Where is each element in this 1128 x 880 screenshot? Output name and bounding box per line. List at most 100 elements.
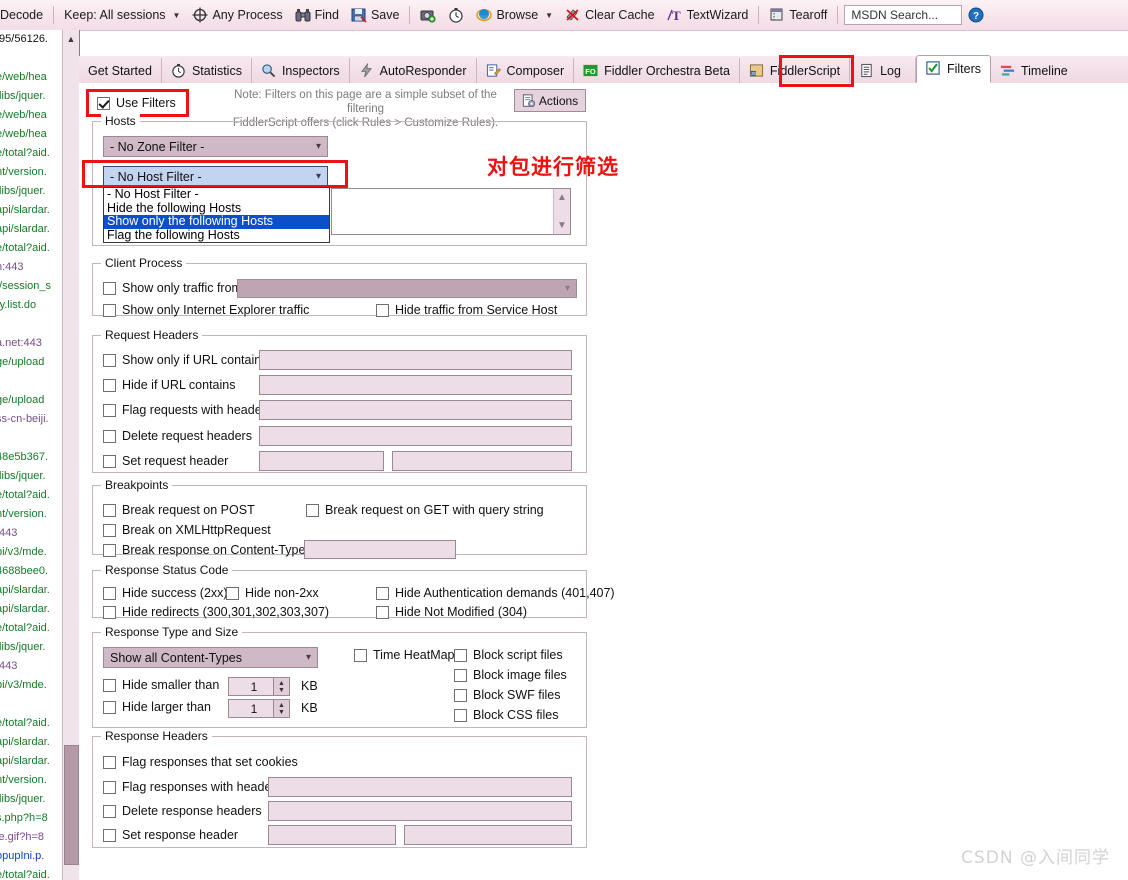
toolbar-any-process-button[interactable]: Any Process — [186, 2, 288, 28]
use-filters-checkbox[interactable] — [97, 96, 110, 110]
use-filters-row[interactable]: Use Filters — [86, 89, 189, 117]
toolbar-timer-button[interactable] — [442, 2, 470, 28]
toolbar-browse-button[interactable]: Browse ▼ — [470, 2, 559, 28]
request-header-input[interactable] — [259, 375, 572, 395]
hide-not-modified-checkbox[interactable] — [376, 605, 389, 619]
session-row[interactable]: le.gif?h=8 — [0, 828, 62, 847]
response-header-name-input[interactable] — [268, 825, 396, 845]
session-row[interactable]: nt/version. — [0, 163, 62, 182]
session-row[interactable]: api/slardar. — [0, 581, 62, 600]
sessions-scrollbar[interactable]: ▲ — [62, 30, 80, 880]
session-row[interactable]: e/web/hea — [0, 106, 62, 125]
zone-filter-combo[interactable]: - No Zone Filter - ▾ — [103, 136, 328, 157]
time-heatmap-checkbox[interactable] — [354, 648, 367, 662]
hosts-textarea-scrollbar[interactable]: ▲ ▼ — [553, 189, 570, 234]
hide-smaller-spinner[interactable]: 1 ▲ ▼ — [228, 677, 290, 696]
tab-autoresponder[interactable]: AutoResponder — [350, 58, 477, 83]
response-header-checkbox[interactable] — [103, 804, 116, 818]
hide-service-host-checkbox[interactable] — [376, 303, 389, 317]
tab-fiddlerscript[interactable]: JS FiddlerScript — [740, 58, 851, 83]
spinner-updown-icon[interactable]: ▲ ▼ — [273, 700, 289, 717]
request-header-input[interactable] — [259, 426, 572, 446]
toolbar-tearoff-button[interactable]: Tearoff — [763, 2, 833, 28]
host-filter-option[interactable]: Show only the following Hosts — [104, 214, 329, 229]
session-row[interactable]: e/web/hea — [0, 125, 62, 144]
session-row[interactable]: e/total?aid. — [0, 714, 62, 733]
session-row[interactable]: api/slardar. — [0, 220, 62, 239]
response-header-value-input[interactable] — [404, 825, 572, 845]
session-row[interactable]: ss-cn-beiji. — [0, 410, 62, 429]
session-row[interactable]: /libs/jquer. — [0, 638, 62, 657]
session-row[interactable]: api/slardar. — [0, 201, 62, 220]
session-row[interactable]: n:443 — [0, 258, 62, 277]
session-row[interactable]: /libs/jquer. — [0, 87, 62, 106]
hide-larger-checkbox[interactable] — [103, 700, 116, 714]
session-row[interactable]: api/slardar. — [0, 600, 62, 619]
tab-statistics[interactable]: Statistics — [162, 58, 252, 83]
session-row[interactable]: e/total?aid. — [0, 144, 62, 163]
session-row[interactable]: e/total?aid. — [0, 866, 62, 880]
session-row[interactable]: ge/upload — [0, 353, 62, 372]
session-row[interactable]: pi/v3/mde. — [0, 676, 62, 695]
session-row[interactable]: :443 — [0, 524, 62, 543]
session-row[interactable]: opupIni.p. — [0, 847, 62, 866]
request-header-checkbox[interactable] — [103, 353, 116, 367]
session-row[interactable]: s.php?h=8 — [0, 809, 62, 828]
host-filter-option[interactable]: Hide the following Hosts — [104, 201, 329, 216]
tab-filters[interactable]: Filters — [915, 55, 991, 83]
break-on-get-checkbox[interactable] — [306, 503, 319, 517]
content-types-combo[interactable]: Show all Content-Types ▾ — [103, 647, 318, 668]
session-row[interactable]: a.net:443 — [0, 334, 62, 353]
break-on-content-type-input[interactable] — [304, 540, 456, 559]
block-css-checkbox[interactable] — [454, 708, 467, 722]
session-row[interactable]: nt/version. — [0, 771, 62, 790]
sessions-list[interactable]: /95/56126. e/web/hea/libs/jquer. e/web/hea… — [0, 30, 62, 880]
tab-log[interactable]: Log — [850, 58, 916, 83]
request-header-input[interactable] — [259, 400, 572, 420]
toolbar-textwizard-button[interactable]: T TextWizard — [661, 2, 755, 28]
request-header-checkbox[interactable] — [103, 378, 116, 392]
toolbar-keep-sessions-dropdown[interactable]: Keep: All sessions ▼ — [58, 2, 186, 28]
session-row[interactable]: api/slardar. — [0, 733, 62, 752]
session-row[interactable]: /libs/jquer. — [0, 182, 62, 201]
request-header-value-input[interactable] — [392, 451, 572, 471]
response-header-input[interactable] — [268, 801, 572, 821]
scroll-up-arrow-icon[interactable]: ▲ — [557, 192, 567, 203]
response-header-checkbox[interactable] — [103, 780, 116, 794]
request-header-checkbox[interactable] — [103, 403, 116, 417]
toolbar-decode-button[interactable]: Decode — [0, 2, 49, 28]
session-row[interactable]: 4688bee0. — [0, 562, 62, 581]
toolbar-capture-button[interactable] — [414, 2, 442, 28]
tab-fiddler-orchestra[interactable]: FO Fiddler Orchestra Beta — [574, 58, 740, 83]
session-row[interactable]: ./session_s — [0, 277, 62, 296]
hide-redirects-checkbox[interactable] — [103, 605, 116, 619]
request-header-input[interactable] — [259, 350, 572, 370]
host-filter-combo[interactable]: - No Host Filter - ▾ — [103, 166, 328, 187]
hide-larger-spinner[interactable]: 1 ▲ ▼ — [228, 699, 290, 718]
session-row[interactable]: /libs/jquer. — [0, 790, 62, 809]
scroll-down-arrow-icon[interactable]: ▼ — [557, 220, 567, 231]
session-row[interactable]: pi/v3/mde. — [0, 543, 62, 562]
show-only-ie-checkbox[interactable] — [103, 303, 116, 317]
session-row[interactable]: ge/upload — [0, 391, 62, 410]
hide-success-checkbox[interactable] — [103, 586, 116, 600]
tab-composer[interactable]: Composer — [477, 58, 575, 83]
help-button[interactable]: ? — [962, 2, 990, 28]
host-filter-option[interactable]: Flag the following Hosts — [104, 228, 329, 243]
scrollbar-thumb[interactable] — [64, 745, 79, 865]
tab-timeline[interactable]: Timeline — [991, 58, 1077, 83]
session-row[interactable]: /95/56126. — [0, 30, 62, 49]
host-filter-dropdown-list[interactable]: - No Host Filter - Hide the following Hos… — [103, 187, 330, 243]
request-header-checkbox[interactable] — [103, 454, 116, 468]
session-row[interactable]: e/total?aid. — [0, 239, 62, 258]
break-on-post-checkbox[interactable] — [103, 503, 116, 517]
hide-auth-checkbox[interactable] — [376, 586, 389, 600]
scroll-up-arrow-icon[interactable]: ▲ — [63, 32, 79, 46]
request-header-checkbox[interactable] — [103, 429, 116, 443]
session-row[interactable]: api/slardar. — [0, 752, 62, 771]
session-row[interactable]: ry.list.do — [0, 296, 62, 315]
session-row[interactable]: :443 — [0, 657, 62, 676]
block-script-checkbox[interactable] — [454, 648, 467, 662]
client-process-combo[interactable]: ▾ — [237, 279, 577, 298]
break-on-content-type-checkbox[interactable] — [103, 543, 116, 557]
